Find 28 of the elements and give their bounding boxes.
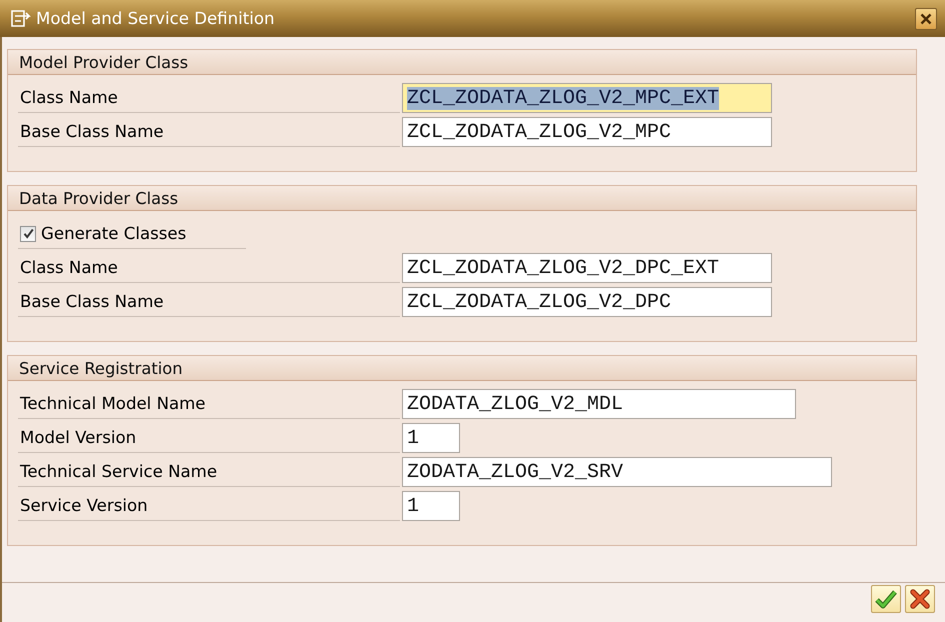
window-title: Model and Service Definition <box>36 9 276 28</box>
field-label: Model Version <box>20 428 136 447</box>
input-field[interactable]: ZCL_ZODATA_ZLOG_V2_DPC_EXT <box>402 253 772 283</box>
input-field[interactable]: 1 <box>402 491 460 521</box>
input-field[interactable]: ZCL_ZODATA_ZLOG_V2_MPC_EXT <box>402 83 772 113</box>
close-button[interactable] <box>915 8 937 30</box>
input-field[interactable]: ZCL_ZODATA_ZLOG_V2_DPC <box>402 287 772 317</box>
field-label: Service Version <box>20 496 148 515</box>
input-field[interactable]: ZODATA_ZLOG_V2_MDL <box>402 389 796 419</box>
field-label: Class Name <box>20 88 118 107</box>
input-field[interactable]: ZCL_ZODATA_ZLOG_V2_MPC <box>402 117 772 147</box>
field-label: Class Name <box>20 258 118 277</box>
input-field[interactable]: ZODATA_ZLOG_V2_SRV <box>402 457 832 487</box>
field-label: Base Class Name <box>20 122 164 141</box>
checkbox[interactable] <box>20 226 36 242</box>
input-field[interactable]: 1 <box>402 423 460 453</box>
cross-icon <box>909 589 931 609</box>
checkbox-label: Generate Classes <box>41 224 186 243</box>
document-arrow-icon <box>11 10 31 27</box>
field-label: Technical Model Name <box>20 394 206 413</box>
confirm-button[interactable] <box>871 585 901 613</box>
selected-text: ZCL_ZODATA_ZLOG_V2_MPC_EXT <box>407 86 720 110</box>
field-label: Technical Service Name <box>20 462 218 481</box>
check-icon <box>875 589 897 609</box>
field-label: Base Class Name <box>20 292 164 311</box>
cancel-button[interactable] <box>905 585 935 613</box>
check-icon <box>22 228 34 239</box>
close-icon <box>920 12 932 24</box>
